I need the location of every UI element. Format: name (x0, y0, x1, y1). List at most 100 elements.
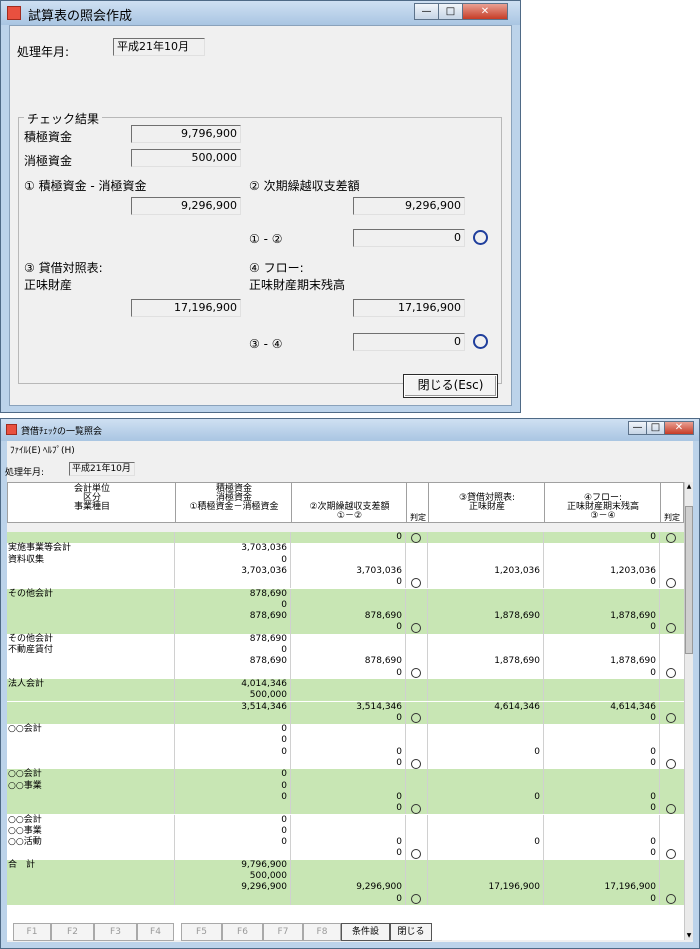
table-row[interactable]: 878,690 878,690 1,878,690 1,878,690 (7, 611, 684, 623)
column-divider (427, 532, 428, 544)
table-row[interactable]: 00 (7, 667, 684, 679)
column-divider (659, 871, 660, 883)
f2-button[interactable]: F2 (51, 923, 94, 941)
column-divider (427, 622, 428, 634)
table-row[interactable]: 00 (7, 622, 684, 634)
table-row[interactable]: 00 (7, 712, 684, 725)
check-result-title: チェック結果 (24, 110, 103, 127)
row-cell-c3: 0 (396, 791, 402, 802)
table-row[interactable]: 3,703,036 3,703,036 1,203,036 1,203,036 (7, 565, 684, 578)
scroll-down-icon[interactable]: ▼ (685, 931, 693, 940)
menu-file[interactable]: ﾌｧｲﾙ(E) (10, 443, 41, 456)
table-row[interactable]: 00 (7, 758, 684, 770)
column-divider (405, 701, 406, 713)
table-row[interactable]: 00 (7, 848, 684, 860)
column-divider (290, 599, 291, 612)
table-row[interactable]: 実施事業等会計 3,703,036 (7, 543, 684, 555)
column-divider (543, 645, 544, 657)
column-divider (427, 633, 428, 645)
table-row[interactable]: 合 計 9,796,900 (7, 859, 684, 871)
column-divider (543, 814, 544, 826)
table-row[interactable]: ○○会計 0 (7, 724, 684, 736)
condition-button[interactable]: 条件設 (341, 923, 390, 941)
close-list-button[interactable]: 閉じる (390, 923, 432, 941)
column-divider (659, 701, 660, 713)
table-row[interactable]: 資料収集 0 (7, 554, 684, 566)
table-row[interactable]: その他会計 878,690 (7, 633, 684, 645)
table-row[interactable]: その他会計 878,690 (7, 588, 684, 600)
f3-button[interactable]: F3 (94, 923, 137, 941)
diff12-value: 0 (353, 229, 465, 247)
scroll-up-icon[interactable]: ▲ (685, 482, 693, 491)
list-close-window-button[interactable]: ✕ (664, 421, 694, 435)
column-divider (427, 803, 428, 815)
f6-button[interactable]: F6 (222, 923, 263, 941)
table-row[interactable]: 878,690 878,690 1,878,690 1,878,690 (7, 656, 684, 668)
menu-help[interactable]: ﾍﾙﾌﾟ(H) (43, 443, 75, 456)
table-row[interactable]: 0 (7, 599, 684, 612)
table-row[interactable]: 0 0 0 0 (7, 791, 684, 804)
table-row[interactable]: ○○会計 0 (7, 769, 684, 781)
vertical-scrollbar[interactable]: ▲ ▼ (684, 482, 693, 940)
column-divider (427, 837, 428, 849)
f4-button[interactable]: F4 (137, 923, 174, 941)
column-divider (427, 588, 428, 600)
table-row[interactable]: ○○事業 0 (7, 780, 684, 792)
column-divider (174, 554, 175, 566)
table-row[interactable]: 0 0 0 0 (7, 746, 684, 758)
minimize-button[interactable]: — (414, 3, 439, 20)
maximize-button[interactable]: □ (438, 3, 463, 20)
table-row[interactable]: 00 (7, 577, 684, 589)
f8-button[interactable]: F8 (303, 923, 341, 941)
column-divider (290, 791, 291, 804)
hdr-bs-line2: 正味財産 (468, 502, 505, 512)
column-divider (543, 656, 544, 668)
row-cell-c5: 0 (534, 746, 540, 757)
table-row[interactable]: 3,514,346 3,514,346 4,614,346 4,614,346 (7, 701, 684, 713)
table-row[interactable]: 不動産賃付 0 (7, 645, 684, 657)
table-row[interactable]: 00 (7, 893, 684, 905)
grid-header: 会計単位 区分 事業種目 積極資金 消極資金 ①積極資金－消極資金 ②次期繰越収… (7, 482, 684, 523)
table-row[interactable]: 500,000 (7, 871, 684, 883)
column-divider (427, 565, 428, 578)
table-row[interactable]: 00 (7, 803, 684, 815)
close-esc-button[interactable]: 閉じる(Esc) (403, 374, 498, 398)
column-divider (543, 769, 544, 781)
list-minimize-button[interactable]: — (628, 421, 647, 435)
column-divider (174, 769, 175, 781)
positive-funds-label: 積極資金 (24, 130, 73, 144)
table-row[interactable]: 法人会計 4,014,346 (7, 678, 684, 691)
close-window-button[interactable]: ✕ (462, 3, 508, 20)
row-cell-c6: 0 (650, 532, 656, 542)
column-divider (659, 622, 660, 634)
table-row[interactable]: 0 (7, 735, 684, 747)
column-divider (174, 701, 175, 713)
list-titlebar[interactable]: 貸借ﾁｪｯｸの一覧照会 — □ ✕ (1, 419, 699, 441)
row-cell-c3: 3,514,346 (356, 701, 402, 712)
list-maximize-button[interactable]: □ (646, 421, 665, 435)
dialog-titlebar[interactable]: 試算表の照会作成 — □ ✕ (1, 1, 520, 25)
column-divider (427, 735, 428, 747)
judge-ok-circle-icon (411, 713, 421, 724)
table-row[interactable]: 9,296,900 9,296,900 17,196,900 17,196,900 (7, 882, 684, 894)
table-row[interactable]: ○○活動 0 0 0 0 (7, 837, 684, 849)
positive-funds-value: 9,796,900 (131, 125, 241, 143)
f5-button[interactable]: F5 (181, 923, 222, 941)
table-row[interactable]: ○○会計 0 (7, 814, 684, 826)
f7-button[interactable]: F7 (263, 923, 303, 941)
column-divider (427, 758, 428, 770)
table-row[interactable]: 500,000 (7, 690, 684, 702)
table-row[interactable]: 00 (7, 532, 684, 544)
row-cell-c5: 1,203,036 (494, 565, 540, 576)
row-label: ○○会計 (8, 769, 42, 780)
column-divider (543, 712, 544, 725)
table-row[interactable]: ○○事業 0 (7, 825, 684, 838)
column-divider (659, 769, 660, 781)
column-divider (405, 724, 406, 736)
close-icon: ✕ (480, 6, 490, 17)
scroll-thumb[interactable] (685, 506, 693, 654)
column-divider (543, 667, 544, 679)
column-divider (174, 724, 175, 736)
column-divider (543, 871, 544, 883)
f1-button[interactable]: F1 (13, 923, 51, 941)
